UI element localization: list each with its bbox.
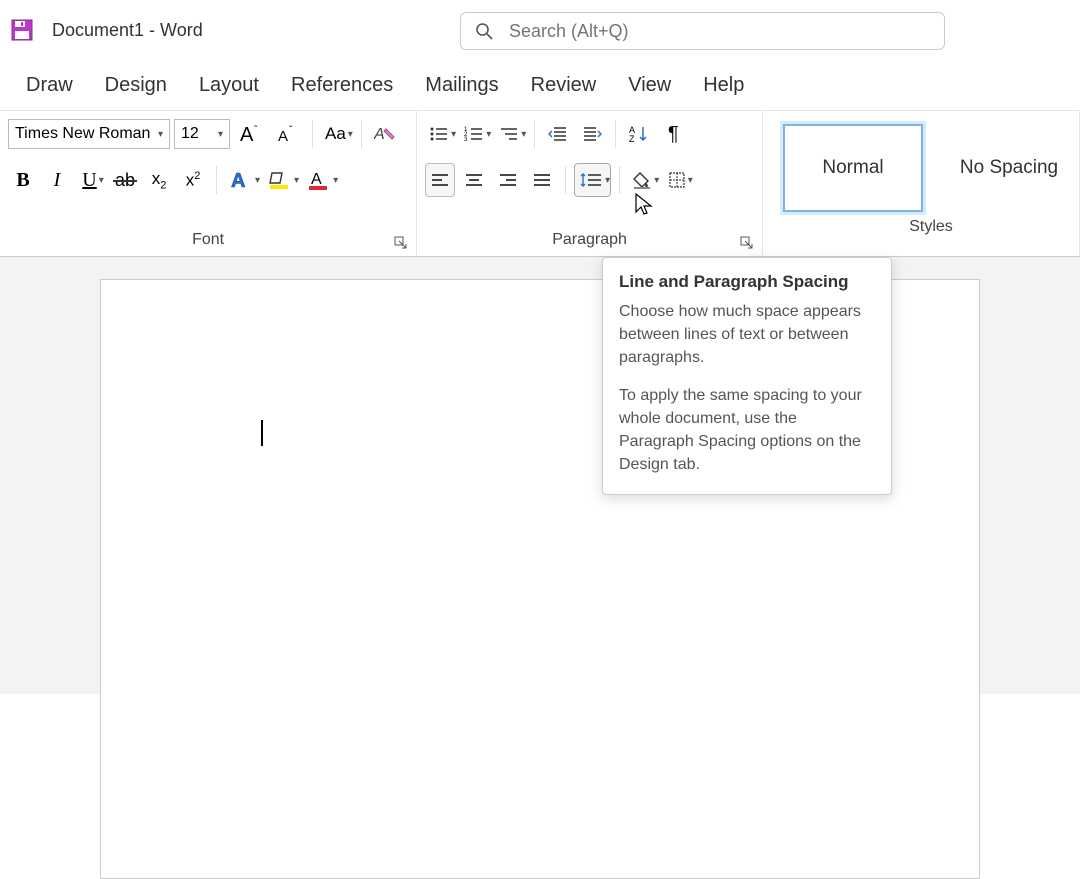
underline-button[interactable]: U▾ (76, 163, 106, 197)
highlight-button[interactable]: ▾ (264, 163, 299, 197)
bullets-button[interactable]: ▾ (425, 117, 456, 151)
justify-button[interactable] (527, 163, 557, 197)
svg-text:ˆ: ˆ (254, 124, 258, 136)
svg-text:A: A (374, 126, 385, 143)
separator (615, 120, 616, 148)
multilevel-list-button[interactable]: ▾ (495, 117, 526, 151)
align-right-button[interactable] (493, 163, 523, 197)
tab-review[interactable]: Review (515, 66, 613, 105)
decrease-indent-button[interactable] (543, 117, 573, 151)
tab-layout[interactable]: Layout (183, 66, 275, 105)
style-label: Normal (822, 157, 883, 179)
subscript-button[interactable]: x2 (144, 163, 174, 197)
chevron-down-icon: ▾ (605, 175, 610, 186)
numbering-button[interactable]: 123 ▾ (460, 117, 491, 151)
align-left-button[interactable] (425, 163, 455, 197)
bold-button[interactable]: B (8, 163, 38, 197)
separator (534, 120, 535, 148)
text-effects-button[interactable]: A ▾ (225, 163, 260, 197)
tab-draw[interactable]: Draw (10, 66, 89, 105)
chevron-down-icon: ▾ (294, 175, 299, 186)
superscript-button[interactable]: x2 (178, 163, 208, 197)
search-box[interactable] (460, 12, 945, 50)
separator (361, 120, 362, 148)
svg-text:ˇ: ˇ (289, 124, 293, 136)
shading-button[interactable]: ▾ (628, 163, 659, 197)
chevron-down-icon: ▾ (255, 175, 260, 186)
search-icon (475, 22, 493, 40)
separator (619, 166, 620, 194)
group-paragraph: ▾ 123 ▾ ▾ AZ (417, 111, 763, 256)
tooltip-body: Choose how much space appears between li… (619, 300, 875, 476)
font-dialog-launcher[interactable] (394, 236, 410, 252)
ribbon-tabs: Draw Design Layout References Mailings R… (0, 60, 1080, 110)
tooltip-title: Line and Paragraph Spacing (619, 272, 875, 292)
group-font: Times New Roman ▾ 12 ▾ Aˆ Aˇ Aa▾ (0, 111, 417, 256)
change-case-button[interactable]: Aa▾ (321, 117, 353, 151)
font-name-selector[interactable]: Times New Roman ▾ (8, 119, 170, 149)
chevron-down-icon: ▾ (158, 129, 163, 140)
chevron-down-icon: ▾ (521, 129, 526, 140)
separator (565, 166, 566, 194)
style-normal[interactable]: Normal (783, 124, 923, 212)
svg-text:3: 3 (464, 137, 468, 143)
ribbon: Times New Roman ▾ 12 ▾ Aˆ Aˇ Aa▾ (0, 110, 1080, 257)
group-label-paragraph: Paragraph (425, 228, 754, 252)
chevron-down-icon: ▾ (333, 175, 338, 186)
document-area (0, 257, 1080, 694)
line-spacing-button[interactable]: ▾ (574, 163, 611, 197)
tooltip-paragraph: To apply the same spacing to your whole … (619, 384, 875, 477)
style-no-spacing[interactable]: No Spacing (939, 124, 1079, 212)
increase-font-size-button[interactable]: Aˆ (234, 117, 268, 151)
style-label: No Spacing (960, 157, 1058, 179)
document-title: Document1 - Word (52, 20, 203, 41)
chevron-down-icon: ▾ (99, 175, 104, 186)
chevron-down-icon: ▾ (451, 129, 456, 140)
group-label-styles: Styles (783, 215, 1079, 239)
show-paragraph-marks-button[interactable]: ¶ (658, 117, 688, 151)
save-icon[interactable] (10, 18, 34, 42)
tooltip-paragraph: Choose how much space appears between li… (619, 300, 875, 370)
chevron-down-icon: ▾ (218, 129, 223, 140)
separator (312, 120, 313, 148)
chevron-down-icon: ▾ (348, 129, 353, 140)
group-styles: Normal No Spacing Styles (763, 111, 1080, 256)
tab-design[interactable]: Design (89, 66, 183, 105)
font-name-value: Times New Roman (15, 125, 150, 143)
tab-references[interactable]: References (275, 66, 409, 105)
chevron-down-icon: ▾ (688, 175, 693, 186)
font-size-selector[interactable]: 12 ▾ (174, 119, 230, 149)
increase-indent-button[interactable] (577, 117, 607, 151)
svg-text:A: A (278, 128, 288, 145)
separator (216, 166, 217, 194)
title-bar: Document1 - Word (0, 0, 1080, 60)
text-cursor (261, 420, 263, 446)
svg-text:A: A (240, 124, 254, 145)
decrease-font-size-button[interactable]: Aˇ (272, 117, 304, 151)
chevron-down-icon: ▾ (654, 175, 659, 186)
tab-view[interactable]: View (612, 66, 687, 105)
font-color-button[interactable]: A ▾ (303, 163, 338, 197)
paragraph-dialog-launcher[interactable] (740, 236, 756, 252)
group-label-font: Font (8, 228, 408, 252)
italic-button[interactable]: I (42, 163, 72, 197)
tab-mailings[interactable]: Mailings (409, 66, 514, 105)
tooltip-line-spacing: Line and Paragraph Spacing Choose how mu… (602, 257, 892, 495)
svg-text:A: A (231, 170, 245, 191)
strikethrough-button[interactable]: ab (110, 163, 140, 197)
tab-help[interactable]: Help (687, 66, 760, 105)
borders-button[interactable]: ▾ (663, 163, 693, 197)
align-center-button[interactable] (459, 163, 489, 197)
clear-formatting-button[interactable]: A (370, 117, 402, 151)
sort-button[interactable]: AZ (624, 117, 654, 151)
chevron-down-icon: ▾ (486, 129, 491, 140)
search-input[interactable] (509, 21, 930, 42)
font-size-value: 12 (181, 125, 199, 143)
svg-text:Z: Z (629, 134, 635, 144)
svg-text:A: A (311, 171, 322, 188)
